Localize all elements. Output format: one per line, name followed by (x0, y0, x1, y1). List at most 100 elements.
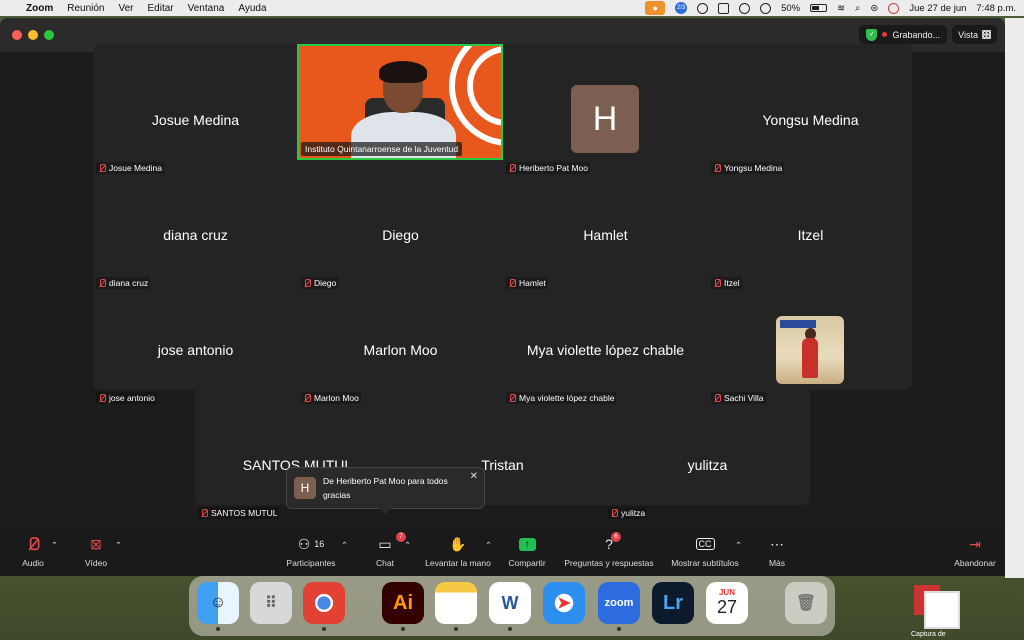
chat-button[interactable]: ▭ 7 Chat (370, 532, 406, 568)
participant-name-large: jose antonio (157, 342, 234, 358)
video-button[interactable]: ⊠ Vídeo (80, 534, 112, 569)
battery-icon[interactable] (810, 4, 828, 12)
view-button[interactable]: Vista (952, 25, 997, 44)
calendar-day: 27 (716, 597, 738, 617)
participant-name-large: Itzel (797, 227, 824, 243)
hand-icon: ✋ (449, 535, 467, 552)
chat-notification[interactable]: H De Heriberto Pat Moo para todos gracia… (286, 467, 485, 514)
share-button[interactable]: ↑ Compartir (505, 534, 549, 568)
participant-label: SANTOS MUTUL (198, 507, 280, 519)
menu-ventana[interactable]: Ventana (188, 3, 225, 14)
photo-person-body (802, 338, 818, 378)
recording-indicator[interactable]: ✓ Grabando... (859, 25, 947, 44)
person-hair (379, 61, 427, 83)
menu-time[interactable]: 7:48 p.m. (976, 3, 1016, 14)
participant-label-text: Josue Medina (109, 163, 162, 173)
trash-icon[interactable]: 🗑 (785, 582, 827, 624)
participant-label: Mya violette lópez chable (506, 392, 617, 404)
safari-icon[interactable]: ➤ (543, 582, 585, 624)
audio-options-caret[interactable]: ⌃ (51, 540, 58, 551)
participants-button[interactable]: ⚇ 16 Participantes (282, 534, 340, 569)
chat-options-caret[interactable]: ⌃ (404, 540, 411, 551)
participant-tile[interactable]: Diego Diego (298, 177, 503, 292)
participants-options-caret[interactable]: ⌃ (341, 540, 348, 551)
search-icon[interactable]: ⌕ (855, 3, 860, 14)
zoom-window-button[interactable] (44, 30, 54, 40)
participant-tile[interactable]: Mya violette lópez chable Mya violette l… (503, 292, 708, 407)
participants-icon-group: ⚇ 16 (282, 534, 340, 554)
participant-name-large: Yongsu Medina (762, 112, 859, 128)
qa-badge: 6 (611, 532, 621, 542)
participant-label: Sachi Villa (711, 392, 766, 404)
qa-button[interactable]: ? 6 Preguntas y respuestas (561, 532, 657, 568)
close-window-button[interactable] (12, 30, 22, 40)
chat-message-text: De Heriberto Pat Moo para todos gracias (323, 476, 448, 500)
muted-mic-icon (508, 278, 516, 288)
close-icon[interactable]: ✕ (470, 471, 478, 482)
screen-mirror-icon[interactable] (718, 2, 730, 14)
muted-mic-icon (508, 163, 516, 173)
more-button[interactable]: ⋯ Más (764, 534, 790, 569)
muted-mic-icon (303, 278, 311, 288)
illustrator-icon[interactable]: Ai (382, 582, 424, 631)
participant-label-text: Itzel (724, 278, 740, 288)
participant-label-text: yulitza (621, 508, 646, 518)
participant-name-large: Marlon Moo (363, 342, 438, 358)
menu-app-name[interactable]: Zoom (26, 3, 53, 14)
participant-tile[interactable]: Itzel Itzel (708, 177, 913, 292)
participant-tile[interactable]: Hamlet Hamlet (503, 177, 708, 292)
participant-label: yulitza (608, 507, 648, 519)
participant-label-text: Sachi Villa (724, 393, 764, 403)
grid-view-icon (982, 30, 991, 39)
audio-button[interactable]: Audio (18, 534, 48, 568)
captions-options-caret[interactable]: ⌃ (735, 540, 742, 551)
participant-tile[interactable]: yulitza yulitza (605, 407, 810, 522)
captions-label: Mostrar subtítulos (671, 558, 739, 568)
raise-hand-options-caret[interactable]: ⌃ (485, 540, 492, 551)
menu-date[interactable]: Jue 27 de jun (909, 3, 966, 14)
video-options-caret[interactable]: ⌃ (115, 540, 122, 551)
participant-label: Hamlet (506, 277, 548, 289)
menu-ayuda[interactable]: Ayuda (238, 3, 266, 14)
qa-icon: ? 6 (561, 532, 657, 554)
chat-icon: ▭ 7 (370, 532, 406, 554)
minimize-window-button[interactable] (28, 30, 38, 40)
control-center-icon[interactable]: ⊜ (870, 3, 878, 14)
word-icon[interactable]: W (489, 582, 531, 631)
microphone-status-icon[interactable]: ● (645, 1, 666, 15)
menu-ver[interactable]: Ver (118, 3, 133, 14)
more-label: Más (768, 558, 786, 568)
active-speaker-video-tile[interactable]: Instituto Quintanarroense de la Juventud (297, 44, 503, 160)
calendar-icon[interactable]: JUN 27 (706, 582, 748, 624)
captions-button[interactable]: CC Mostrar subtítulos (668, 534, 742, 568)
raise-hand-button[interactable]: ✋ Levantar la mano (422, 534, 494, 569)
lightroom-icon[interactable]: Lr (652, 582, 694, 624)
zoom-app-icon[interactable]: zoom (598, 582, 640, 631)
desktop-screenshot-file[interactable]: Captura de (911, 585, 969, 640)
notes-icon[interactable] (435, 582, 477, 631)
launchpad-icon[interactable]: ⠿ (250, 582, 292, 624)
zoom-status-badge[interactable]: 2/3 (675, 2, 688, 14)
leave-button[interactable]: ⇥ Abandonar (952, 534, 998, 569)
participant-label-text: Diego (314, 278, 337, 288)
participant-tile[interactable]: Josue Medina Josue Medina (93, 62, 298, 177)
finder-icon[interactable]: ☺ (197, 582, 239, 631)
info-icon[interactable] (739, 2, 751, 14)
participant-tile[interactable]: Marlon Moo Marlon Moo (298, 292, 503, 407)
participant-tile[interactable]: diana cruz diana cruz (93, 177, 298, 292)
creative-cloud-icon[interactable] (697, 2, 709, 14)
menu-reunion[interactable]: Reunión (67, 3, 104, 14)
menu-editar[interactable]: Editar (148, 3, 174, 14)
participant-label-text: SANTOS MUTUL (211, 508, 278, 518)
chrome-icon[interactable] (303, 582, 345, 631)
wifi-icon[interactable]: ≋ (837, 3, 845, 14)
siri-icon[interactable] (888, 2, 900, 14)
participant-tile[interactable]: Yongsu Medina Yongsu Medina (708, 62, 913, 177)
participant-tile[interactable]: jose antonio jose antonio (93, 292, 298, 407)
dock: ☺ ⠿ Ai W ➤ zoom Lr JUN 27 🗑 (189, 576, 835, 636)
muted-mic-icon (18, 534, 48, 554)
participant-name-large: Mya violette lópez chable (526, 342, 685, 358)
user-icon[interactable] (760, 2, 772, 14)
participant-label-text: Yongsu Medina (724, 163, 783, 173)
background-window-edge (1005, 18, 1024, 578)
